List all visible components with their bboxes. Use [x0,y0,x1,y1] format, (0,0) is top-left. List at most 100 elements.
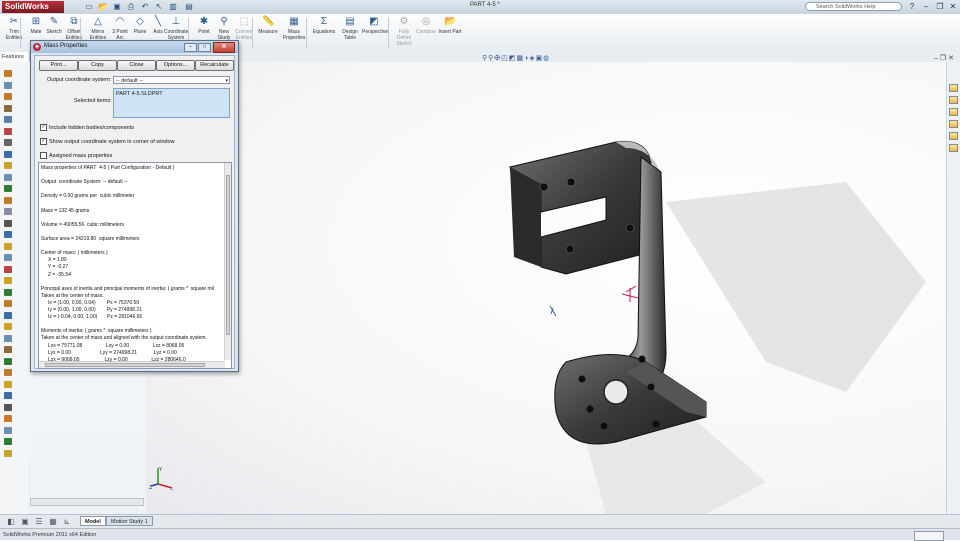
feature-tree-item-icon[interactable] [4,81,12,89]
feature-tree-item-icon[interactable] [4,392,12,399]
include-hidden-checkbox[interactable]: ✓ Include hidden bodies/components [40,124,134,131]
graphics-area[interactable]: Z Y X [146,62,946,514]
results-vertical-scrollbar[interactable] [224,163,231,360]
view-icon[interactable]: ▣ [20,517,30,526]
assigned-mass-checkbox[interactable]: Assigned mass properties [40,152,112,159]
command-fully-define-button[interactable]: ⚙ Fully Define Sketch [392,16,416,47]
app-logo[interactable]: SolidWorks [2,1,64,13]
command-mass-properties-button[interactable]: ▦ Mass Properties [282,16,306,41]
command-combine-button[interactable]: ◎ Combine [414,16,438,35]
feature-tree-item-icon[interactable] [4,277,12,284]
feature-tree-item-icon[interactable] [4,127,12,135]
close-icon[interactable]: ✕ [948,2,958,11]
custom-properties-icon[interactable] [949,144,958,152]
minimize-icon[interactable]: – [921,2,931,11]
selected-items-list[interactable]: PART 4-5.SLDPRT [113,88,230,118]
feature-tree-item-icon[interactable] [4,426,12,434]
options-icon[interactable]: ▤ [184,2,194,11]
feature-tree-item-icon[interactable] [4,150,12,158]
feature-tree-item-icon[interactable] [4,380,12,388]
select-icon[interactable]: ↖ [154,2,164,11]
undo-icon[interactable]: ↶ [140,2,150,11]
feature-tree-item-icon[interactable] [4,242,12,250]
command-offset-button[interactable]: ⧉ Offset Entities [62,16,86,41]
feature-tree-item-icon[interactable] [4,357,12,365]
save-icon[interactable]: ▣ [112,2,122,11]
feature-tree-item-icon[interactable] [4,173,12,181]
command-perspective-button[interactable]: ◩ Perspective [362,16,388,35]
feature-tree-item-icon[interactable] [4,265,12,273]
command-trim-button[interactable]: ✂ Trim Entities [2,16,26,41]
feature-tree-item-icon[interactable] [4,369,12,376]
feature-tree-item-icon[interactable] [4,196,12,204]
selected-item[interactable]: PART 4-5.SLDPRT [116,91,163,97]
search-help-input[interactable]: Search SolidWorks Help [805,2,902,11]
dialog-title-bar[interactable]: ◈ Mass Properties – □ ✕ [31,41,238,53]
checkbox-box[interactable] [40,152,47,159]
print-icon[interactable]: ⎙ [126,2,136,11]
results-text-area[interactable]: Mass properties of PART 4-5 ( Part Confi… [38,162,232,369]
design-library-icon[interactable] [949,96,958,104]
feature-tree-item-icon[interactable] [4,449,12,457]
feature-tree-item-icon[interactable] [4,185,12,192]
feature-tree-item-icon[interactable] [4,438,12,445]
feature-tree-item-icon[interactable] [4,162,12,169]
view-palette-icon[interactable] [949,120,958,128]
feature-tree-item-icon[interactable] [4,208,12,215]
part-model[interactable] [146,62,946,514]
command-equations-button[interactable]: Σ Equations [312,16,336,35]
command-mirror-button[interactable]: △ Mirror Entities [86,16,110,41]
feature-tree-item-icon[interactable] [4,403,12,411]
checkbox-box[interactable]: ✓ [40,124,47,131]
feature-tree-item-icon[interactable] [4,311,12,319]
close-dialog-button[interactable]: Close [117,60,156,71]
command-coordinate-system-button[interactable]: ⊥ Coordinate System [164,16,188,41]
tree-horizontal-scrollbar[interactable] [30,498,144,506]
print-button[interactable]: Print... [39,60,78,71]
feature-tree-item-icon[interactable] [4,334,12,342]
restore-icon[interactable]: ❐ [935,2,945,11]
tab-model[interactable]: Model [80,516,106,526]
options-button[interactable]: Options... [156,60,195,71]
feature-tree-item-icon[interactable] [4,323,12,330]
show-output-cs-checkbox[interactable]: ✓ Show output coordinate system in corner… [40,138,175,145]
close-button[interactable]: ✕ [213,42,235,53]
command-measure-button[interactable]: 📏 Measure [256,16,280,35]
appearances-icon[interactable] [949,132,958,140]
grid-icon[interactable]: ▦ [48,517,58,526]
help-icon[interactable]: ? [907,2,917,11]
recalculate-button[interactable]: Recalculate [195,60,234,71]
feature-tree-item-icon[interactable] [4,254,12,261]
tab-motion-study[interactable]: Motion Study 1 [106,516,153,526]
list-icon[interactable]: ☰ [34,517,44,526]
scroll-thumb[interactable] [45,363,205,367]
feature-tree-item-icon[interactable] [4,300,12,307]
feature-tree-item-icon[interactable] [4,70,12,77]
chevron-down-icon[interactable]: ▾ [225,77,228,85]
output-cs-select[interactable]: -- default -- ▾ [113,76,230,84]
home-icon[interactable] [949,84,958,92]
checkbox-box[interactable]: ✓ [40,138,47,145]
open-icon[interactable]: 📂 [98,2,108,11]
rebuild-icon[interactable]: ▥ [168,2,178,11]
feature-tree-item-icon[interactable] [4,415,12,422]
command-design-table-button[interactable]: ▤ Design Table [338,16,362,41]
layout-icon[interactable]: ◧ [6,517,16,526]
feature-tree-item-icon[interactable] [4,104,12,112]
new-document-icon[interactable]: ▭ [84,2,94,11]
feature-tree-item-icon[interactable] [4,288,12,296]
viewport-window-controls[interactable]: – ❐ ✕ [934,54,954,62]
motion-icon[interactable]: ⊾ [62,517,72,526]
feature-tree-item-icon[interactable] [4,139,12,146]
feature-tree-item-icon[interactable] [4,231,12,238]
feature-tree-item-icon[interactable] [4,116,12,123]
command-insert-part-button[interactable]: 📂 Insert Part [438,16,462,35]
scroll-thumb[interactable] [226,175,230,335]
feature-tree-item-icon[interactable] [4,346,12,353]
tab-features[interactable]: Features [0,52,30,62]
minimize-button[interactable]: – [184,43,197,52]
copy-button[interactable]: Copy [78,60,117,71]
feature-tree-item-icon[interactable] [4,219,12,227]
file-explorer-icon[interactable] [949,108,958,116]
maximize-button[interactable]: □ [198,43,211,52]
